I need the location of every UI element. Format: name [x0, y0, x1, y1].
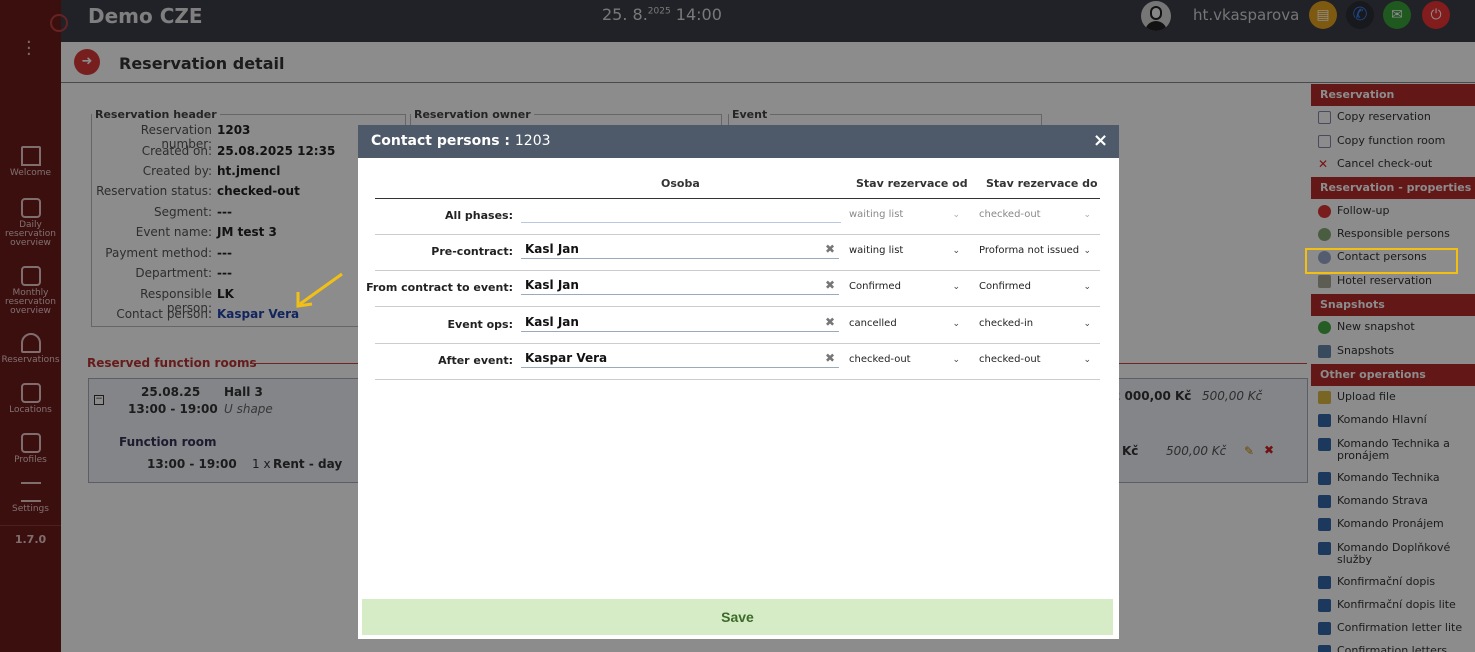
select-value: cancelled	[849, 318, 897, 329]
highlight-box	[1305, 248, 1458, 274]
chevron-down-icon: ⌄	[952, 210, 960, 220]
row-label-after-event: After event:	[438, 354, 513, 367]
modal-header: Contact persons : 1203 ×	[358, 125, 1119, 158]
status-from-select-contract-to-event[interactable]: Confirmed ⌄	[847, 277, 962, 297]
select-value: Confirmed	[849, 281, 901, 292]
chevron-down-icon: ⌄	[1083, 282, 1091, 292]
person-input-contract-to-event[interactable]: Kasl Jan	[521, 276, 839, 295]
select-value: checked-out	[979, 209, 1041, 220]
status-to-select-after-event[interactable]: checked-out ⌄	[977, 350, 1093, 370]
select-value: waiting list	[849, 209, 904, 220]
divider	[375, 306, 1100, 307]
contact-persons-modal: Contact persons : 1203 × Osoba Stav reze…	[358, 125, 1119, 639]
status-from-select-event-ops[interactable]: cancelled ⌄	[847, 314, 962, 334]
chevron-down-icon: ⌄	[952, 246, 960, 256]
column-header-status-from: Stav rezervace od	[856, 177, 968, 190]
modal-title-text: Contact persons :	[371, 133, 511, 149]
divider	[375, 270, 1100, 271]
column-header-person: Osoba	[661, 177, 700, 190]
chevron-down-icon: ⌄	[952, 355, 960, 365]
row-label-event-ops: Event ops:	[447, 318, 513, 331]
select-value: checked-out	[849, 354, 911, 365]
close-icon[interactable]: ×	[1093, 130, 1108, 151]
chevron-down-icon: ⌄	[1083, 210, 1091, 220]
person-input-event-ops[interactable]: Kasl Jan	[521, 313, 839, 332]
divider	[375, 343, 1100, 344]
clear-icon[interactable]: ✖	[825, 242, 835, 256]
divider	[375, 234, 1100, 235]
chevron-down-icon: ⌄	[952, 282, 960, 292]
divider	[375, 198, 1100, 199]
save-button[interactable]: Save	[362, 599, 1113, 635]
select-value: waiting list	[849, 245, 904, 256]
clear-icon[interactable]: ✖	[825, 278, 835, 292]
status-from-select-after-event[interactable]: checked-out ⌄	[847, 350, 962, 370]
status-to-select-all-phases[interactable]: checked-out ⌄	[977, 205, 1093, 225]
select-value: Confirmed	[979, 281, 1031, 292]
row-label-pre-contract: Pre-contract:	[431, 245, 513, 258]
status-to-select-event-ops[interactable]: checked-in ⌄	[977, 314, 1093, 334]
clear-icon[interactable]: ✖	[825, 315, 835, 329]
row-label-contract-to-event: From contract to event:	[366, 281, 513, 294]
status-from-select-all-phases[interactable]: waiting list ⌄	[847, 205, 962, 225]
divider	[375, 379, 1100, 380]
chevron-down-icon: ⌄	[1083, 246, 1091, 256]
person-input-all-phases[interactable]	[521, 204, 841, 223]
row-label-all-phases: All phases:	[445, 209, 513, 222]
column-header-status-to: Stav rezervace do	[986, 177, 1098, 190]
modal-reservation-number: 1203	[514, 133, 551, 149]
chevron-down-icon: ⌄	[1083, 319, 1091, 329]
status-to-select-pre-contract[interactable]: Proforma not issued ⌄	[977, 241, 1093, 261]
status-to-select-contract-to-event[interactable]: Confirmed ⌄	[977, 277, 1093, 297]
select-value: checked-out	[979, 354, 1041, 365]
person-input-after-event[interactable]: Kaspar Vera	[521, 349, 839, 368]
chevron-down-icon: ⌄	[952, 319, 960, 329]
clear-icon[interactable]: ✖	[825, 351, 835, 365]
pointer-arrow-icon	[296, 272, 343, 308]
modal-title: Contact persons : 1203	[371, 133, 551, 149]
select-value: Proforma not issued	[979, 245, 1080, 256]
select-value: checked-in	[979, 318, 1034, 329]
status-from-select-pre-contract[interactable]: waiting list ⌄	[847, 241, 962, 261]
chevron-down-icon: ⌄	[1083, 355, 1091, 365]
person-input-pre-contract[interactable]: Kasl Jan	[521, 240, 839, 259]
